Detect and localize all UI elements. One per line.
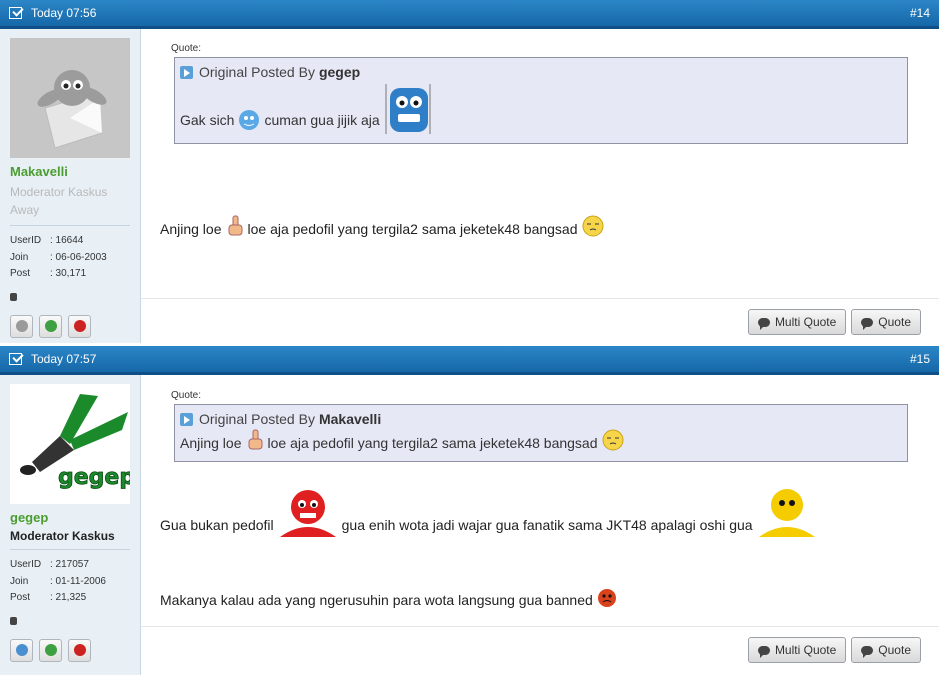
- user-title: Moderator Kaskus: [10, 185, 108, 199]
- stat-join: Join: 01-11-2006: [10, 575, 106, 587]
- post-message: Anjing loe loe aja pedofil yang tergila2…: [160, 215, 608, 237]
- view-post-icon[interactable]: [180, 65, 193, 79]
- avatar[interactable]: gegep: [10, 384, 130, 504]
- middle-finger-emoticon: [228, 215, 242, 236]
- profile-button[interactable]: [10, 314, 33, 338]
- post-message-line-2: Makanya kalau ada yang ngerusuhin para w…: [160, 588, 621, 608]
- give-reputation-button[interactable]: [39, 314, 62, 338]
- post-15: Today 07:57 #15 gegep gegep Moderator Ka…: [0, 346, 939, 675]
- stat-post: Post: 30,171: [10, 268, 87, 279]
- post-header: Today 07:56 #14: [0, 0, 939, 29]
- avatar[interactable]: [10, 38, 130, 158]
- pliers-avatar-icon: gegep: [20, 394, 130, 490]
- speech-bubble-icon: [861, 645, 874, 658]
- username[interactable]: gegep: [10, 510, 130, 525]
- report-button[interactable]: [68, 638, 91, 662]
- profile-icon: [15, 644, 28, 656]
- stat-join: Join: 06-06-2003: [10, 251, 107, 263]
- multi-quote-button[interactable]: Multi Quote: [747, 309, 847, 335]
- user-status: Away: [10, 203, 40, 217]
- quote-box: Original Posted By Makavelli Anjing loe l…: [174, 404, 908, 462]
- speech-bubble-icon: [757, 317, 770, 330]
- sweat-emoticon: [239, 110, 260, 130]
- divider: [10, 549, 130, 550]
- post-number-link[interactable]: #15: [910, 352, 930, 366]
- report-icon: [73, 644, 86, 656]
- user-title: Moderator Kaskus: [10, 529, 115, 543]
- quote-box: Original Posted By gegep Gak sich cuman g…: [174, 57, 908, 144]
- svg-text:gegep: gegep: [58, 465, 130, 490]
- mad-emoticon: [597, 589, 616, 607]
- checkbox-icon[interactable]: [9, 7, 22, 19]
- reputation-icon: [10, 616, 17, 625]
- quote-label: Quote:: [171, 43, 202, 54]
- stat-userid: UserID: 217057: [10, 559, 89, 570]
- give-reputation-button[interactable]: [39, 638, 62, 662]
- view-post-icon[interactable]: [180, 412, 193, 426]
- plus-icon: [44, 320, 57, 332]
- divider: [10, 225, 130, 226]
- post-timestamp: Today 07:56: [31, 6, 97, 20]
- checkbox-icon[interactable]: [9, 353, 22, 365]
- post-timestamp: Today 07:57: [31, 352, 97, 366]
- stat-userid: UserID: 16644: [10, 235, 84, 246]
- default-avatar-icon: [10, 38, 130, 158]
- post-header: Today 07:57 #15: [0, 346, 939, 375]
- reputation-icon: [10, 292, 17, 301]
- post-content: Quote: Original Posted By Makavelli Anjin…: [141, 375, 939, 675]
- post-number-link[interactable]: #14: [910, 6, 930, 20]
- post-content: Quote: Original Posted By gegep Gak sich …: [141, 29, 939, 343]
- profile-icon: [15, 320, 28, 332]
- sleepy-emoticon: [582, 215, 604, 237]
- quote-label: Quote:: [171, 390, 202, 401]
- speech-bubble-icon: [757, 645, 770, 658]
- quote-button[interactable]: Quote: [851, 309, 921, 335]
- user-sidebar: Makavelli Moderator Kaskus Away UserID: …: [0, 29, 141, 343]
- profile-button[interactable]: [10, 638, 33, 662]
- yellow-figure-emoticon: [758, 489, 815, 537]
- sleepy-emoticon: [602, 429, 624, 451]
- middle-finger-emoticon: [248, 429, 262, 450]
- quote-button[interactable]: Quote: [851, 637, 921, 663]
- angry-red-emoticon: [279, 490, 336, 537]
- post-footer-divider: [141, 626, 939, 627]
- plus-icon: [44, 644, 57, 656]
- post-message-line-1: Gua bukan pedofil gua enih wota jadi waj…: [160, 487, 821, 537]
- username[interactable]: Makavelli: [10, 164, 130, 179]
- multi-quote-button[interactable]: Multi Quote: [747, 637, 847, 663]
- report-button[interactable]: [68, 314, 91, 338]
- post-14: Today 07:56 #14 Makavelli Moderator Kask…: [0, 0, 939, 343]
- stat-post: Post: 21,325: [10, 592, 87, 603]
- caged-monster-emoticon: [385, 84, 431, 134]
- quote-author: gegep: [318, 64, 361, 80]
- post-footer-divider: [141, 298, 939, 299]
- report-icon: [73, 320, 86, 332]
- user-sidebar: gegep gegep Moderator Kaskus UserID: 217…: [0, 375, 141, 675]
- speech-bubble-icon: [861, 317, 874, 330]
- quote-author: Makavelli: [318, 411, 382, 427]
